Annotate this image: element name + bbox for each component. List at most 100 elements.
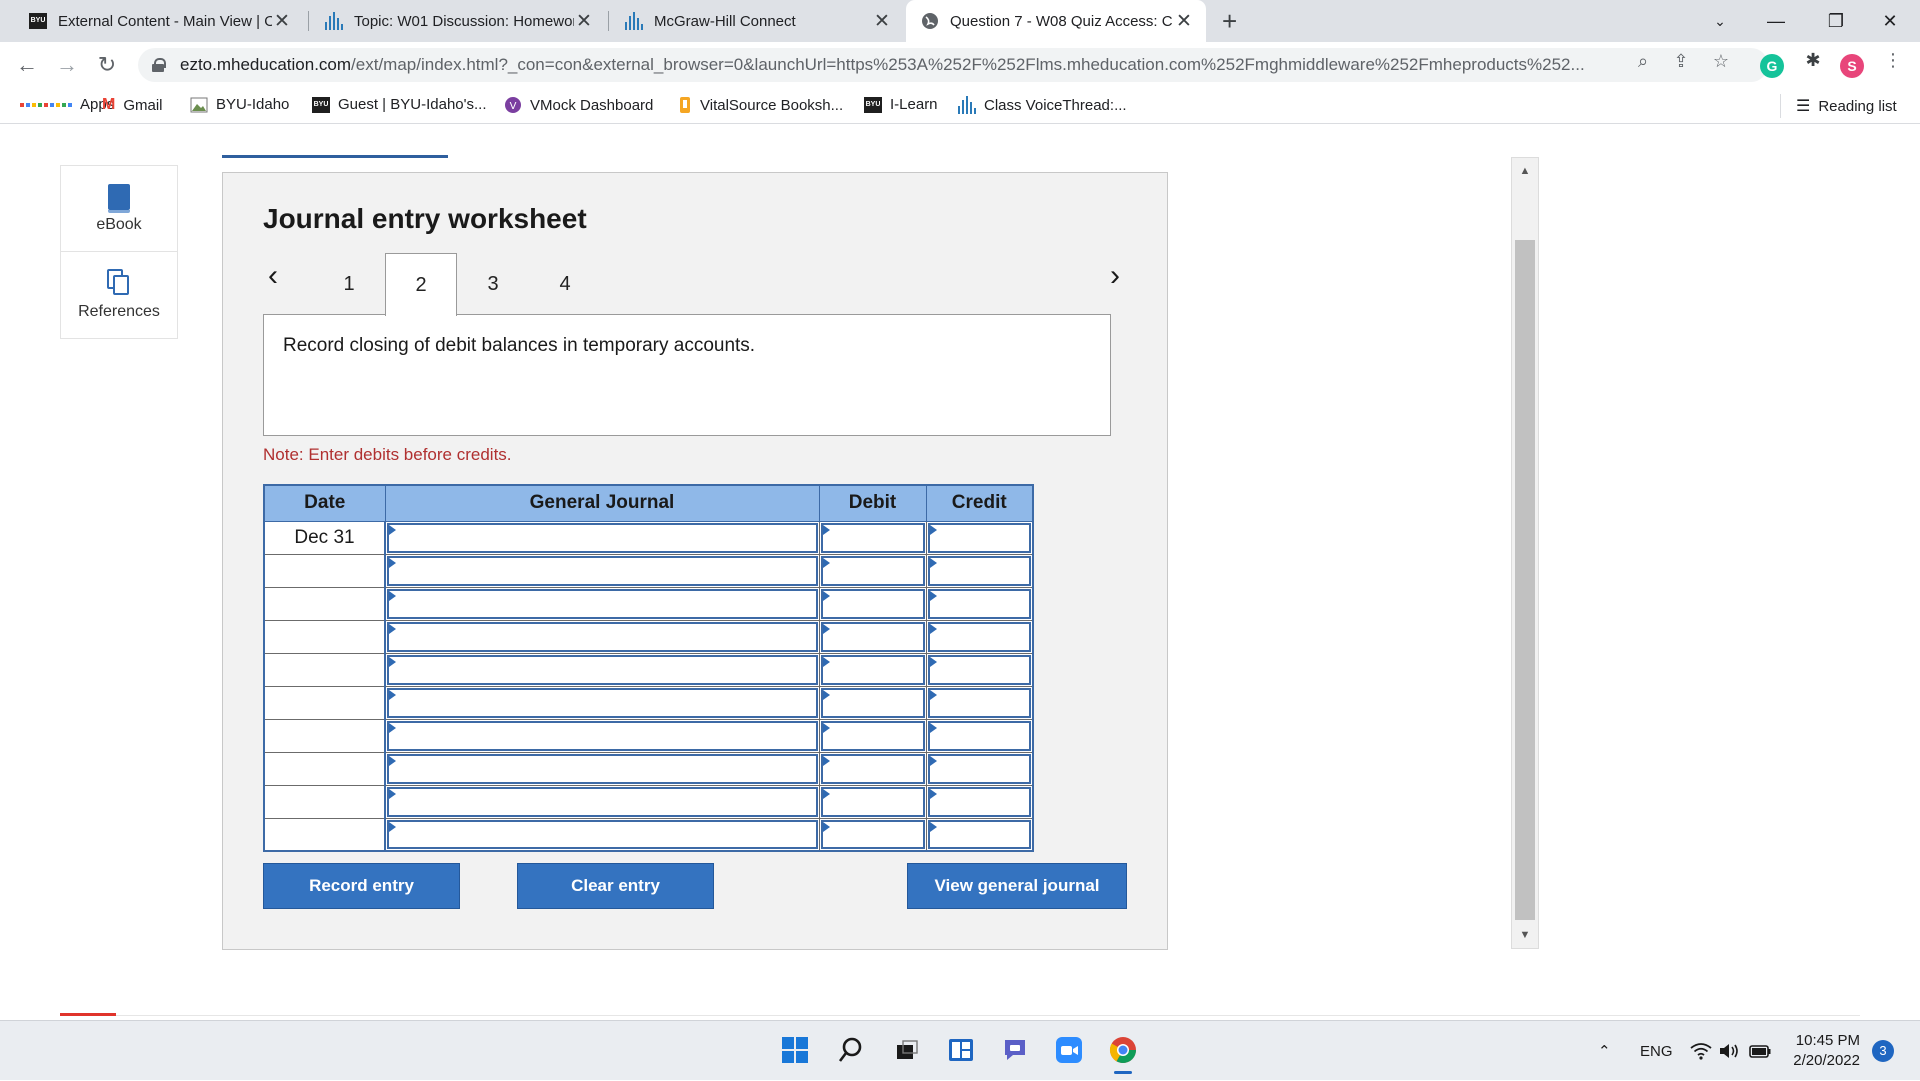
bookmark-vmock[interactable]: V VMock Dashboard	[504, 96, 653, 114]
bookmark-byu-idaho[interactable]: BYU-Idaho	[190, 96, 289, 113]
debit-input[interactable]	[820, 786, 925, 817]
zoom-app-icon[interactable]	[1052, 1033, 1086, 1067]
browser-tab-active[interactable]: Question 7 - W08 Quiz Access: C ✕	[906, 0, 1206, 42]
debit-input[interactable]	[820, 588, 925, 619]
credit-input[interactable]	[927, 522, 1031, 553]
debit-input[interactable]	[820, 555, 925, 586]
bookmark-star-icon[interactable]: ☆	[1708, 51, 1734, 72]
general-journal-input[interactable]	[387, 654, 818, 685]
general-journal-input[interactable]	[387, 753, 818, 784]
restore-icon[interactable]: ❐	[1806, 0, 1866, 42]
view-general-journal-button[interactable]: View general journal	[907, 863, 1127, 909]
debit-input[interactable]	[820, 687, 925, 718]
grammarly-icon[interactable]: G	[1760, 54, 1784, 78]
credit-input[interactable]	[927, 753, 1031, 784]
general-journal-input[interactable]	[387, 588, 818, 619]
share-icon[interactable]: ⇪	[1668, 51, 1694, 72]
bookmark-gmail[interactable]: M Gmail	[102, 96, 163, 114]
credit-input[interactable]	[927, 588, 1031, 619]
close-icon[interactable]: ✕	[872, 10, 892, 33]
minimize-icon[interactable]: —	[1746, 0, 1806, 42]
scroll-up-icon[interactable]: ▲	[1512, 158, 1538, 184]
search-icon[interactable]	[834, 1033, 868, 1067]
bookmark-guest-byu[interactable]: BYU Guest | BYU-Idaho's...	[312, 96, 487, 113]
bookmark-vitalsource[interactable]: VitalSource Booksh...	[678, 96, 843, 114]
page-tab-3[interactable]: 3	[457, 253, 529, 315]
teams-chat-icon[interactable]	[998, 1033, 1032, 1067]
credit-input[interactable]	[927, 720, 1031, 751]
page-tab-1[interactable]: 1	[313, 253, 385, 315]
zoom-icon[interactable]: ⌕	[1630, 51, 1656, 72]
references-button[interactable]: References	[61, 252, 177, 338]
chrome-icon[interactable]	[1106, 1033, 1140, 1074]
general-journal-input[interactable]	[387, 555, 818, 586]
record-entry-button[interactable]: Record entry	[263, 863, 460, 909]
page-tab-4[interactable]: 4	[529, 253, 601, 315]
credit-input[interactable]	[927, 687, 1031, 718]
browser-tab[interactable]: McGraw-Hill Connect ✕	[610, 0, 904, 42]
notification-badge[interactable]: 3	[1872, 1040, 1894, 1062]
general-journal-input[interactable]	[387, 621, 818, 652]
general-journal-input[interactable]	[387, 720, 818, 751]
table-row	[263, 685, 1034, 720]
scroll-down-icon[interactable]: ▼	[1512, 922, 1538, 948]
browser-tab[interactable]: BYU External Content - Main View | O ✕	[14, 0, 304, 42]
general-journal-input[interactable]	[387, 522, 818, 553]
page-tab-2[interactable]: 2	[385, 253, 457, 316]
extensions-icon[interactable]: ✱	[1800, 50, 1826, 71]
show-hidden-icons-icon[interactable]: ⌃	[1598, 1021, 1611, 1081]
volume-icon[interactable]	[1718, 1021, 1740, 1081]
new-tab-icon[interactable]: +	[1222, 6, 1237, 37]
next-page-icon[interactable]: ›	[1100, 259, 1130, 293]
prev-page-icon[interactable]: ‹	[258, 259, 288, 293]
forward-icon[interactable]: →	[52, 52, 82, 78]
tab-search-icon[interactable]: ⌄	[1690, 0, 1750, 42]
debit-input[interactable]	[820, 621, 925, 652]
debit-input[interactable]	[820, 522, 925, 553]
widgets-icon[interactable]	[944, 1033, 978, 1067]
lock-icon	[152, 58, 166, 72]
journal-cell	[384, 586, 820, 621]
back-icon[interactable]: ←	[12, 52, 42, 78]
close-icon[interactable]: ✕	[574, 10, 594, 33]
debit-input[interactable]	[820, 720, 925, 751]
ebook-button[interactable]: eBook	[61, 166, 177, 252]
language-indicator[interactable]: ENG	[1640, 1021, 1673, 1081]
profile-avatar[interactable]: S	[1840, 54, 1864, 78]
credit-input[interactable]	[927, 819, 1031, 849]
menu-icon[interactable]: ⋮	[1880, 50, 1906, 71]
taskbar-clock[interactable]: 10:45 PM 2/20/2022	[1784, 1031, 1860, 1071]
address-bar[interactable]: ezto.mheducation.com/ext/map/index.html?…	[138, 48, 1768, 82]
credit-input[interactable]	[927, 654, 1031, 685]
credit-input[interactable]	[927, 786, 1031, 817]
task-view-icon[interactable]	[890, 1033, 924, 1067]
close-icon[interactable]: ✕	[1174, 10, 1194, 33]
general-journal-input[interactable]	[387, 819, 818, 849]
vertical-scrollbar[interactable]: ▲ ▼	[1511, 157, 1539, 949]
journal-cell	[384, 520, 820, 555]
credit-input[interactable]	[927, 621, 1031, 652]
browser-tab[interactable]: Topic: W01 Discussion: Homewor ✕	[310, 0, 606, 42]
start-icon[interactable]	[778, 1033, 812, 1067]
battery-icon[interactable]	[1748, 1021, 1772, 1081]
wifi-icon[interactable]	[1690, 1021, 1712, 1081]
tab-separator	[308, 11, 309, 31]
bookmark-i-learn[interactable]: BYU I-Learn	[864, 96, 938, 113]
debit-input[interactable]	[820, 654, 925, 685]
reload-icon[interactable]: ↻	[92, 52, 122, 78]
general-journal-input[interactable]	[387, 687, 818, 718]
general-journal-input[interactable]	[387, 786, 818, 817]
close-icon[interactable]: ✕	[272, 10, 292, 33]
scroll-thumb[interactable]	[1515, 240, 1535, 920]
clear-entry-button[interactable]: Clear entry	[517, 863, 714, 909]
credit-input[interactable]	[927, 555, 1031, 586]
window-close-icon[interactable]: ✕	[1860, 0, 1920, 42]
bookmark-voicethread[interactable]: Class VoiceThread:...	[958, 96, 1127, 114]
reading-list-button[interactable]: ☰ Reading list	[1796, 96, 1897, 116]
bookmark-apps[interactable]: Apps	[20, 96, 114, 113]
debit-input[interactable]	[820, 819, 925, 849]
worksheet-pager: ‹ 1 2 3 4 ›	[223, 253, 1167, 316]
bookmark-label: BYU-Idaho	[216, 96, 290, 113]
url-text[interactable]: ezto.mheducation.com/ext/map/index.html?…	[180, 55, 1768, 75]
debit-input[interactable]	[820, 753, 925, 784]
